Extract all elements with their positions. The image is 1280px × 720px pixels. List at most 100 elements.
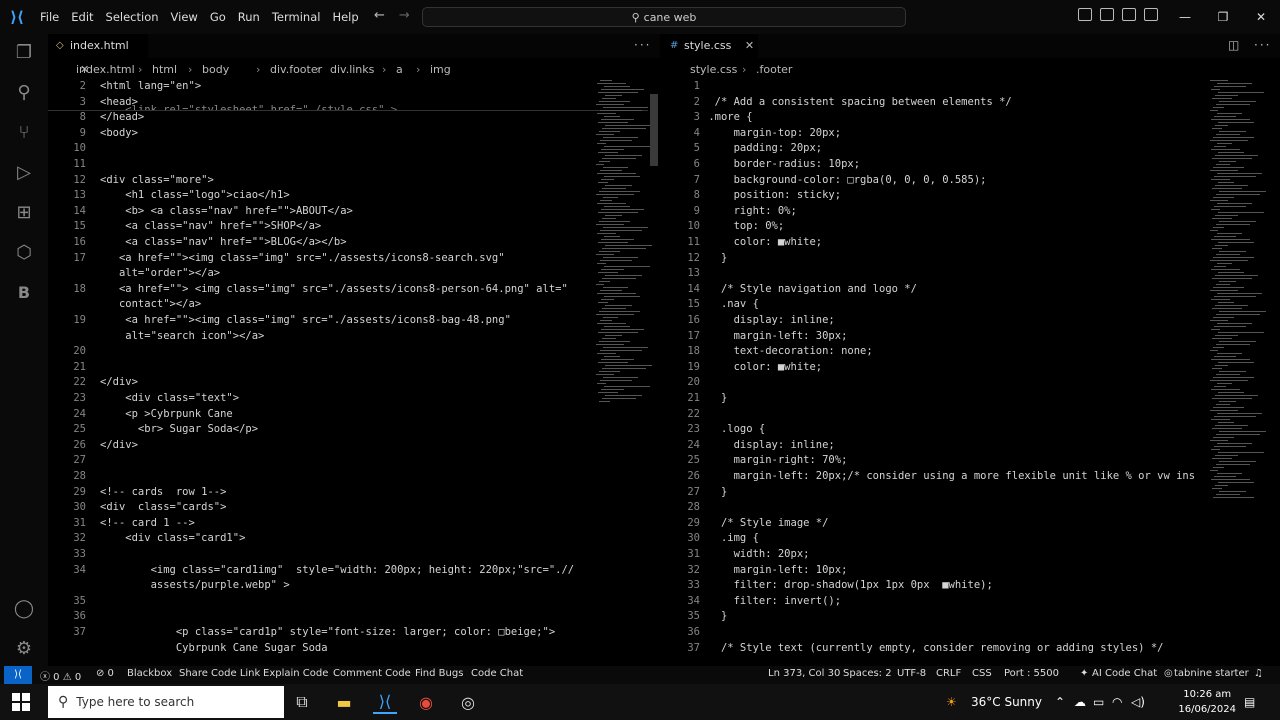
- code-line[interactable]: </head>: [100, 111, 144, 123]
- command-center-search[interactable]: ⚲ cane web: [422, 7, 906, 27]
- breadcrumb-item[interactable]: html: [152, 63, 177, 76]
- ai-code-chat[interactable]: AI Code Chat: [1092, 668, 1157, 679]
- cursor-position[interactable]: Ln 373, Col 30: [768, 668, 840, 679]
- breadcrumb-item[interactable]: body: [202, 63, 229, 76]
- code-line[interactable]: <a href=""><img class="img" src="./asses…: [100, 252, 505, 264]
- customize-layout-icon[interactable]: [1144, 8, 1158, 21]
- notification-center-icon[interactable]: ▤: [1244, 684, 1255, 720]
- more-actions-icon[interactable]: ···: [1254, 38, 1271, 52]
- code-line[interactable]: .img {: [702, 532, 759, 544]
- code-line[interactable]: margin-left: 30px;: [702, 330, 848, 342]
- volume-icon[interactable]: ◁): [1131, 684, 1145, 720]
- search-icon[interactable]: ⚲: [12, 80, 36, 104]
- extensions-icon[interactable]: ⊞: [12, 200, 36, 224]
- more-actions-icon[interactable]: ···: [634, 38, 651, 52]
- close-window-icon[interactable]: ✕: [1242, 0, 1280, 34]
- code-line[interactable]: display: inline;: [702, 314, 835, 326]
- taskbar-search-box[interactable]: ⚲ Type here to search: [48, 686, 284, 718]
- file-explorer-icon[interactable]: ▬: [332, 690, 356, 714]
- code-line[interactable]: <div class="cards">: [100, 501, 226, 513]
- code-line[interactable]: contact"></a>: [100, 298, 201, 310]
- code-line[interactable]: <div class="text">: [100, 392, 239, 404]
- code-line[interactable]: display: inline;: [702, 439, 835, 451]
- code-line[interactable]: <p class="card1p" style="font-size: larg…: [100, 626, 555, 638]
- code-line[interactable]: }: [702, 252, 727, 264]
- status-code-chat[interactable]: Code Chat: [471, 668, 523, 679]
- line-endings[interactable]: CRLF: [936, 668, 961, 679]
- code-line[interactable]: .logo {: [702, 423, 765, 435]
- code-line[interactable]: <html lang="en">: [100, 80, 201, 92]
- code-line[interactable]: <a href=""> <img class="img" src="./asse…: [100, 283, 568, 295]
- code-line[interactable]: /* Style image */: [702, 517, 828, 529]
- back-arrow-icon[interactable]: ←: [374, 8, 385, 23]
- blackbox-icon[interactable]: B: [12, 280, 36, 304]
- code-line[interactable]: }: [702, 610, 727, 622]
- menu-run[interactable]: Run: [232, 0, 266, 34]
- code-line[interactable]: right: 0%;: [702, 205, 797, 217]
- code-line[interactable]: assests/purple.webp" >: [100, 579, 290, 591]
- run-debug-icon[interactable]: ▷: [12, 160, 36, 184]
- status-blackbox[interactable]: Blackbox: [127, 668, 172, 679]
- code-line[interactable]: margin-right: 70%;: [702, 454, 848, 466]
- task-view-icon[interactable]: ⧉: [290, 690, 314, 714]
- code-line[interactable]: color: ■white;: [702, 236, 823, 248]
- code-line[interactable]: </div>: [100, 376, 138, 388]
- code-line[interactable]: <a class="nav" href="">BLOG</a></b>: [100, 236, 346, 248]
- code-line[interactable]: <!-- cards row 1-->: [100, 486, 226, 498]
- weather-text[interactable]: 36°C Sunny: [971, 684, 1042, 720]
- status-share-code-link[interactable]: Share Code Link: [179, 668, 260, 679]
- breadcrumb-item[interactable]: style.css: [690, 63, 737, 76]
- vertical-scrollbar[interactable]: [650, 94, 658, 166]
- toggle-panel-icon[interactable]: [1100, 8, 1114, 21]
- code-line[interactable]: <div class="card1">: [100, 532, 245, 544]
- code-line[interactable]: filter: invert();: [702, 595, 841, 607]
- breadcrumb-item[interactable]: a: [396, 63, 403, 76]
- code-line[interactable]: width: 20px;: [702, 548, 810, 560]
- status-explain-code[interactable]: Explain Code: [263, 668, 328, 679]
- code-line[interactable]: alt="order"></a>: [100, 267, 220, 279]
- menu-view[interactable]: View: [165, 0, 204, 34]
- problems-count[interactable]: ⓧ 0 ⚠ 0: [40, 668, 81, 683]
- notifications-bell-icon[interactable]: ♫: [1254, 668, 1263, 679]
- code-line[interactable]: top: 0%;: [702, 220, 785, 232]
- close-tab-icon[interactable]: ✕: [745, 39, 754, 52]
- minimap[interactable]: [1210, 80, 1266, 500]
- breadcrumb-item[interactable]: img: [430, 63, 451, 76]
- source-control-icon[interactable]: ⑂: [12, 120, 36, 144]
- code-line[interactable]: .more {: [702, 111, 752, 123]
- breadcrumb-item[interactable]: div.links: [330, 63, 374, 76]
- code-line[interactable]: border-radius: 10px;: [702, 158, 860, 170]
- forward-arrow-icon[interactable]: →: [399, 8, 410, 23]
- obs-icon[interactable]: ◎: [456, 690, 480, 714]
- minimap[interactable]: [596, 80, 652, 410]
- menu-help[interactable]: Help: [326, 0, 364, 34]
- split-editor-icon[interactable]: ◫: [1228, 38, 1241, 52]
- code-line[interactable]: /* Add a consistent spacing between elem…: [702, 96, 1012, 108]
- code-line[interactable]: <b> <a class="nav" href="">ABOUT</a>: [100, 205, 353, 217]
- code-line[interactable]: }: [702, 392, 727, 404]
- network-icon[interactable]: ▭: [1093, 684, 1104, 720]
- breadcrumb-item[interactable]: div.footer: [270, 63, 322, 76]
- code-line[interactable]: <a class="nav" href="">SHOP</a>: [100, 220, 321, 232]
- minimize-icon[interactable]: —: [1166, 0, 1204, 34]
- code-line[interactable]: background-color: □rgba(0, 0, 0, 0.585);: [702, 174, 987, 186]
- menu-file[interactable]: File: [34, 0, 65, 34]
- tabnine-status[interactable]: tabnine starter: [1174, 668, 1249, 679]
- code-line[interactable]: <h1 class="logo">ciao</h1>: [100, 189, 289, 201]
- code-line[interactable]: <body>: [100, 127, 138, 139]
- chrome-icon[interactable]: ◉: [414, 690, 438, 714]
- menu-go[interactable]: Go: [204, 0, 232, 34]
- live-server-port[interactable]: Port : 5500: [1004, 668, 1059, 679]
- code-line[interactable]: filter: drop-shadow(1px 1px 0px ■white);: [702, 579, 993, 591]
- remote-indicator-icon[interactable]: ⟩⟨: [4, 666, 32, 684]
- restore-icon[interactable]: ❐: [1204, 0, 1242, 34]
- code-line[interactable]: <a href=""><img class="img" src="./asses…: [100, 314, 511, 326]
- windows-start-icon[interactable]: [12, 693, 30, 711]
- code-line[interactable]: }: [702, 486, 727, 498]
- system-clock[interactable]: 10:26 am 16/06/2024: [1178, 687, 1236, 717]
- indentation[interactable]: Spaces: 2: [843, 668, 892, 679]
- code-line[interactable]: margin-top: 20px;: [702, 127, 841, 139]
- code-line[interactable]: .nav {: [702, 298, 759, 310]
- tab-index-html[interactable]: ◇ index.html ✕: [48, 34, 148, 76]
- code-line[interactable]: <br> Sugar Soda</p>: [100, 423, 258, 435]
